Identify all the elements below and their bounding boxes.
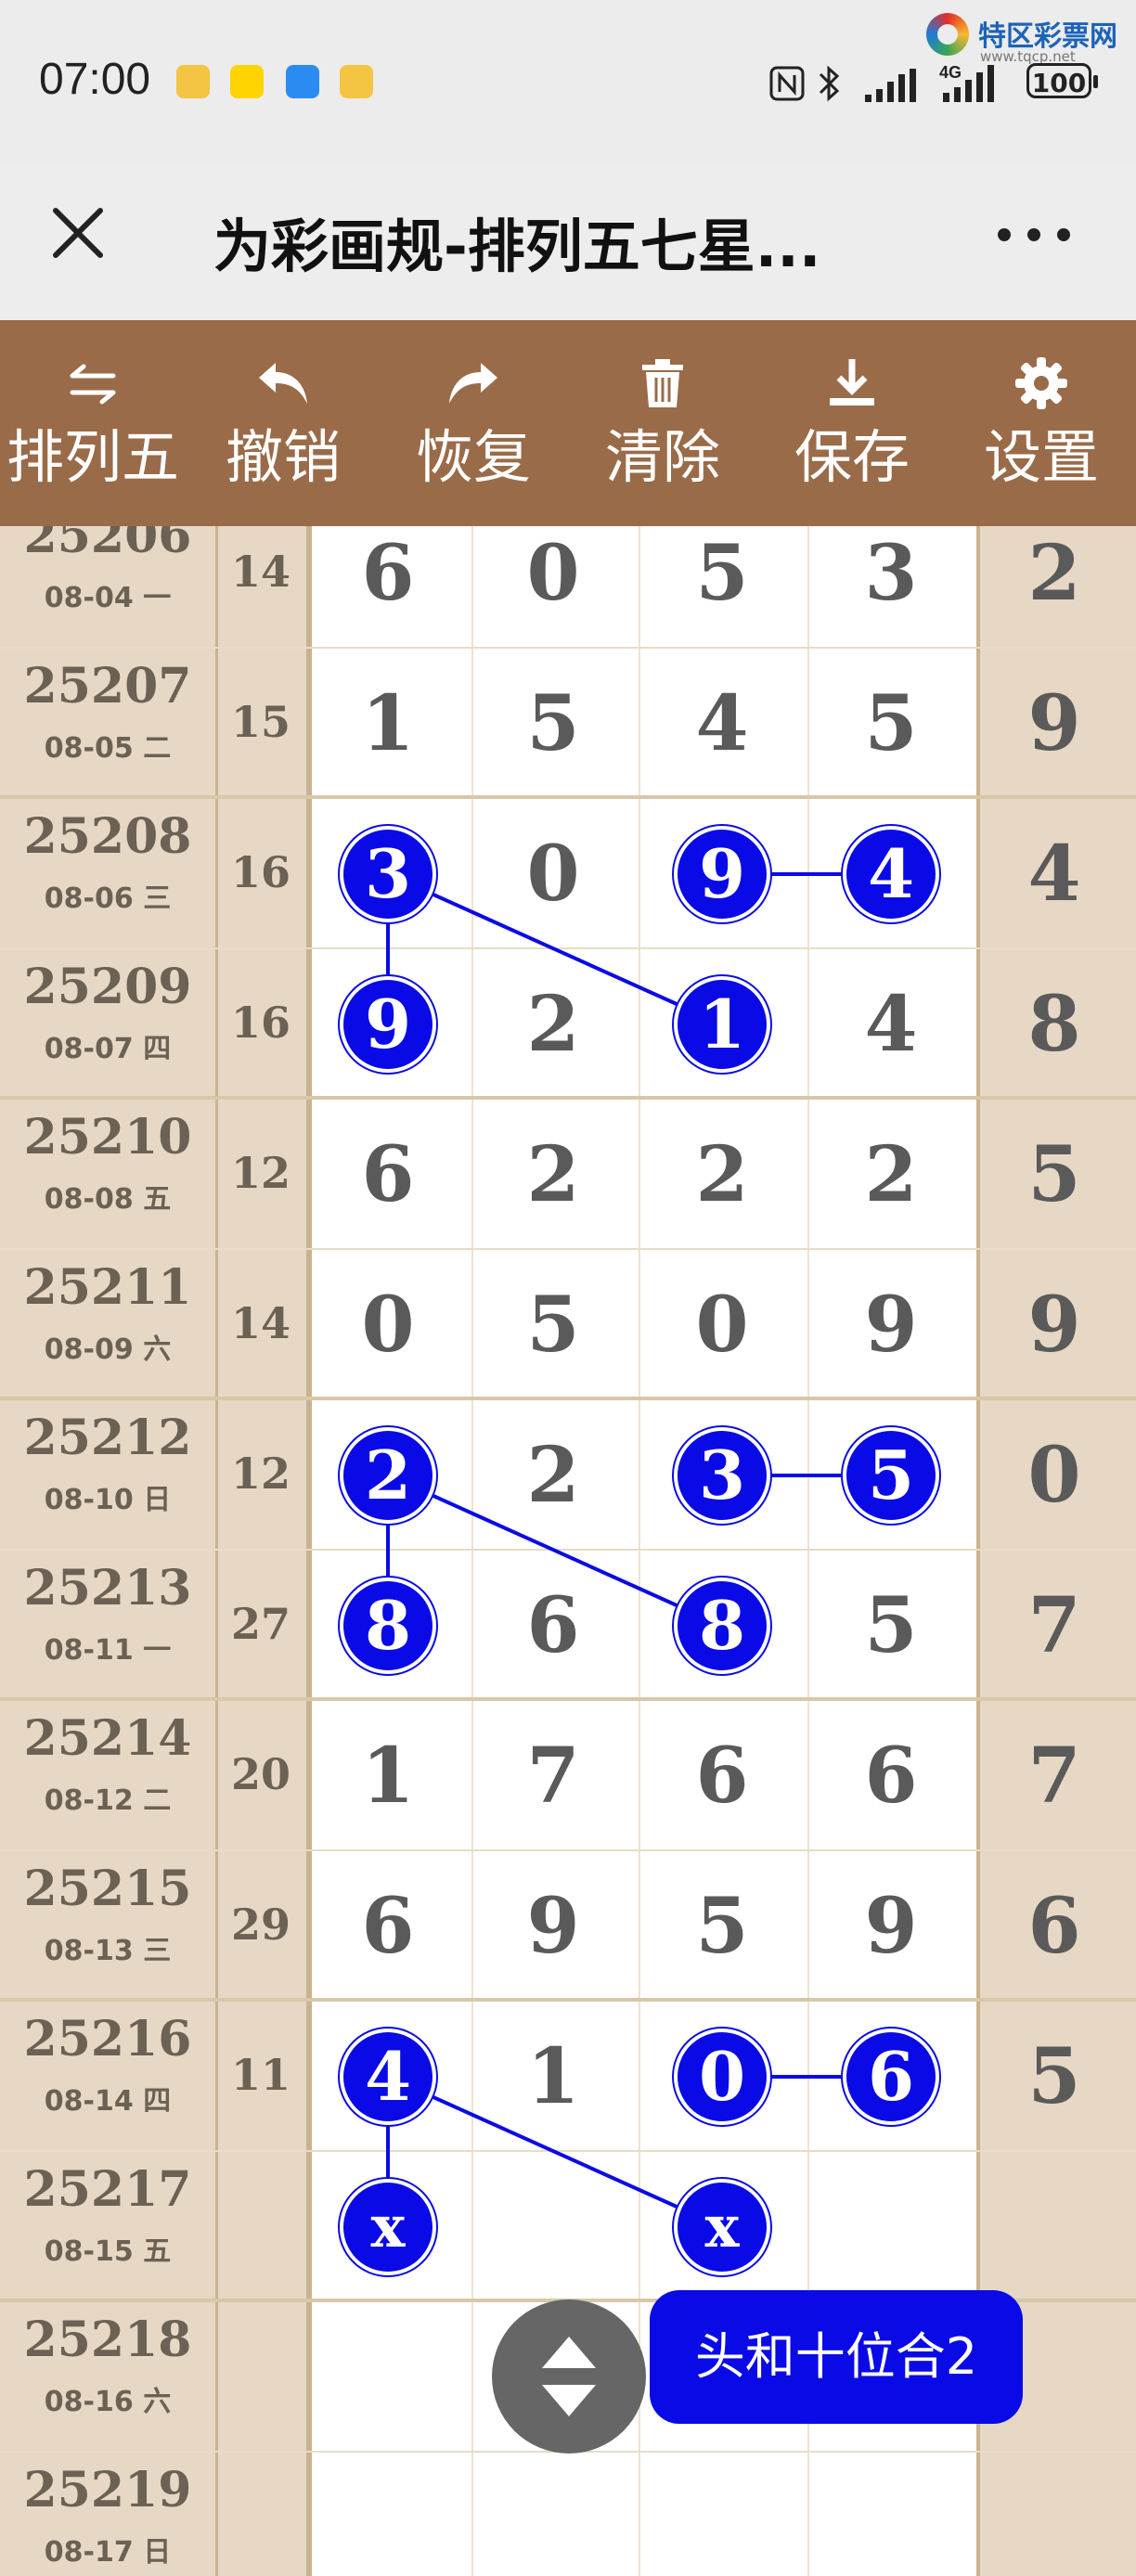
scroll-toggle-button[interactable] (492, 2299, 646, 2454)
highlighted-ball[interactable]: 3 (340, 826, 436, 922)
toolbar-label: 设置 (983, 423, 1099, 491)
undo-icon (259, 363, 307, 404)
redo-icon (449, 363, 497, 404)
gear-icon (1015, 357, 1067, 409)
up-down-arrows-icon (542, 2337, 596, 2416)
connection-line (387, 2075, 723, 2229)
toolbar-label: 撤销 (225, 423, 341, 491)
highlighted-ball[interactable]: 6 (843, 2029, 939, 2125)
clock: 07:00 (39, 55, 151, 104)
signal-4g-icon: 4G (939, 63, 994, 102)
toolbar-label: 保存 (794, 423, 910, 491)
highlighted-ball[interactable]: 1 (674, 976, 770, 1073)
watermark-logo-icon (926, 13, 969, 56)
draw-chart-grid[interactable]: 25206 08-04 一 14 6 0 5 3 2 25207 08-05 二 15 1 5 4 5 9 25… (0, 526, 1136, 2576)
toolbar-label: 恢复 (415, 423, 531, 491)
highlighted-ball[interactable]: 8 (340, 1578, 436, 1674)
highlighted-ball[interactable]: 3 (674, 1427, 770, 1524)
highlighted-ball[interactable]: 5 (843, 1427, 939, 1524)
highlighted-ball[interactable]: 9 (674, 826, 770, 922)
weather-icon (286, 65, 319, 98)
download-icon (830, 359, 874, 406)
watermark: 特区彩票网 www.tqcp.net (926, 11, 1121, 67)
highlighted-ball[interactable]: x (340, 2179, 436, 2275)
redo-button[interactable]: 恢复 (381, 320, 566, 526)
connection-line (387, 1474, 723, 1628)
status-bar: 07:00 特区彩票网 www.tqcp.net 4G 100 (0, 0, 1136, 162)
highlighted-ball[interactable]: 4 (340, 2029, 436, 2125)
close-icon[interactable] (48, 203, 108, 263)
highlighted-ball[interactable]: 4 (843, 826, 939, 922)
bluetooth-icon (819, 65, 840, 102)
weibo-icon (176, 65, 210, 98)
battery-indicator: 100 (1026, 63, 1098, 98)
svg-text:4G: 4G (939, 63, 962, 82)
highlighted-ball[interactable]: 9 (340, 976, 436, 1073)
highlighted-ball[interactable]: 2 (340, 1427, 436, 1524)
toolbar-lottery-type-button[interactable]: 排列五 (0, 320, 186, 526)
nfc-icon (769, 66, 805, 101)
toolbar: 排列五 撤销 恢复 清除 保存 设置 (0, 320, 1136, 526)
highlighted-ball[interactable]: 0 (674, 2029, 770, 2125)
highlighted-ball[interactable]: x (674, 2179, 770, 2275)
connection-line (387, 872, 723, 1026)
undo-button[interactable]: 撤销 (190, 320, 376, 526)
toolbar-label: 清除 (604, 423, 720, 491)
save-button[interactable]: 保存 (759, 320, 945, 526)
trash-icon (642, 359, 683, 407)
swap-icon (70, 364, 116, 405)
title-bar: 为彩画规-排列五七星... (0, 162, 1136, 320)
meituan-icon (230, 65, 264, 98)
hint-bubble[interactable]: 头和十位合2 (650, 2290, 1023, 2424)
toolbar-label: 排列五 (6, 423, 179, 491)
weibo-icon (340, 65, 373, 98)
signal-icon (865, 69, 916, 102)
highlighted-ball[interactable]: 8 (674, 1578, 770, 1674)
page-title: 为彩画规-排列五七星... (213, 213, 821, 280)
connection-lines (386, 872, 891, 2229)
clear-button[interactable]: 清除 (570, 320, 755, 526)
more-icon[interactable] (997, 227, 1071, 242)
settings-button[interactable]: 设置 (949, 320, 1134, 526)
